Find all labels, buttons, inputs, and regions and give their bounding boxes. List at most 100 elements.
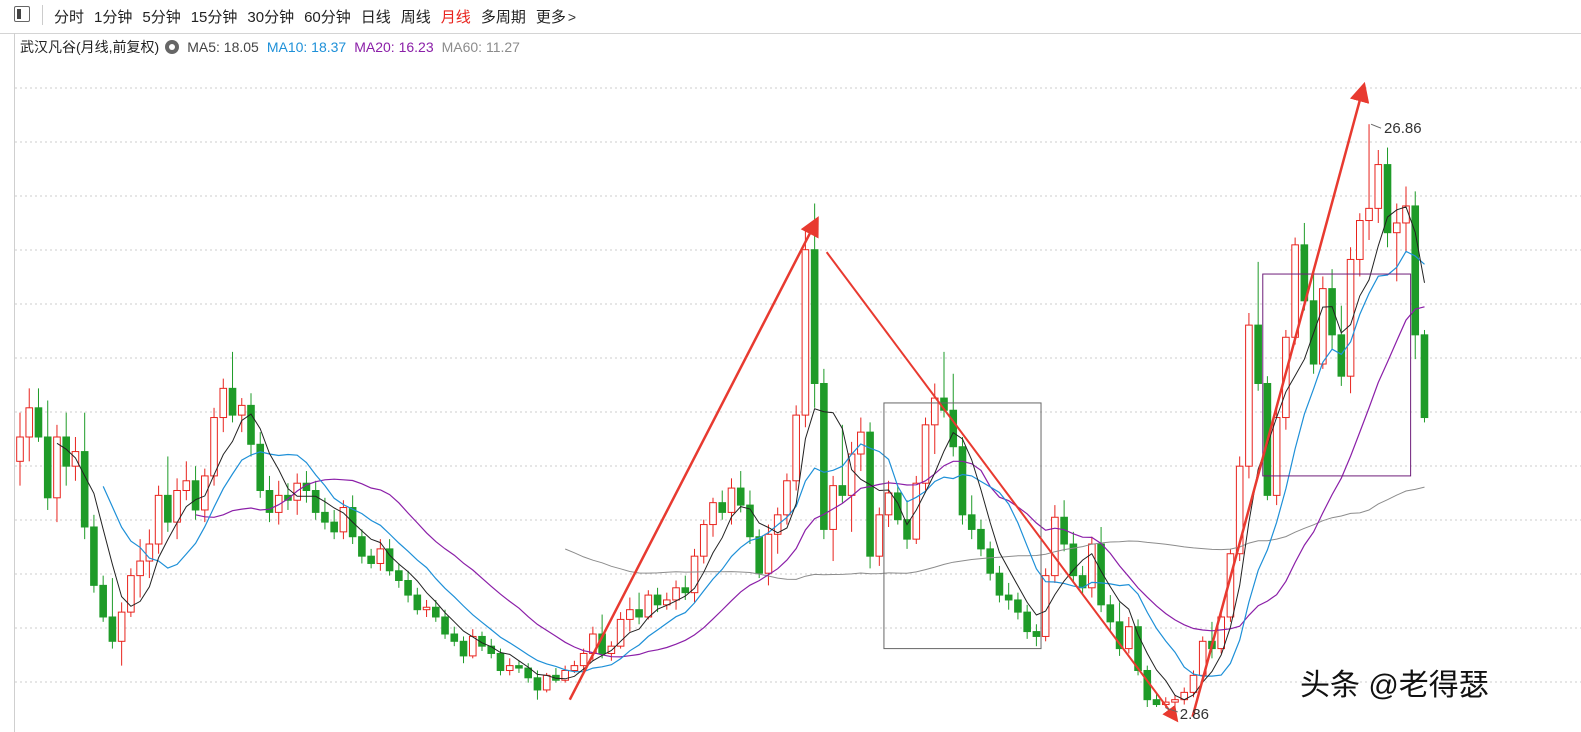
candle-body	[672, 587, 680, 601]
candle-body	[1420, 334, 1429, 419]
candle-body	[792, 414, 800, 482]
candle-body	[570, 665, 579, 671]
candle-body	[1023, 611, 1031, 633]
candle-body	[709, 502, 717, 526]
candle-body	[653, 594, 662, 606]
candle-body	[330, 521, 338, 533]
watermark: 头条 @老得瑟	[1300, 669, 1489, 702]
candle-body	[376, 548, 385, 564]
candle-body	[496, 652, 505, 671]
candle-body	[903, 519, 911, 540]
candle-body	[136, 560, 144, 577]
candle-body	[413, 594, 422, 611]
candle-body	[1383, 164, 1392, 234]
candle-body	[958, 446, 967, 516]
candle-body	[644, 594, 653, 618]
candle-body	[884, 492, 893, 516]
low-pointer	[1165, 707, 1178, 713]
candle-body	[690, 555, 699, 594]
candle-body	[173, 490, 181, 523]
candle-body	[626, 609, 634, 620]
candle-body	[450, 633, 459, 642]
candle-body	[801, 249, 810, 416]
candle-body	[459, 640, 468, 657]
candle-body	[1245, 324, 1253, 467]
candle-body	[1356, 220, 1364, 260]
candle-body	[505, 665, 514, 671]
candle-body	[210, 417, 218, 477]
candle-body	[967, 514, 976, 530]
candle-body	[1171, 699, 1179, 703]
candle-body	[533, 677, 542, 691]
candle-body	[986, 548, 995, 574]
candle-body	[921, 424, 930, 484]
candle-body	[783, 480, 791, 516]
candle-body	[727, 487, 736, 513]
candle-body	[607, 645, 616, 654]
candle-body	[1032, 631, 1041, 637]
candle-body	[108, 616, 117, 642]
candle-body	[1152, 699, 1161, 706]
candle-body	[1392, 222, 1401, 234]
high-label: 26.86	[1384, 120, 1422, 137]
candle-body	[468, 635, 477, 657]
candle-body	[311, 490, 320, 513]
candle-body	[34, 407, 43, 438]
candle-body	[1088, 543, 1096, 589]
candle-body	[228, 387, 237, 416]
candle-body	[995, 572, 1004, 596]
candle-body	[422, 606, 431, 611]
candle-body	[718, 502, 727, 513]
candle-body	[820, 382, 828, 530]
candle-body	[857, 431, 865, 455]
candle-body	[875, 514, 884, 557]
candle-body	[25, 407, 34, 438]
candle-body	[838, 485, 847, 496]
candle-body	[894, 492, 902, 521]
candle-body	[1004, 594, 1013, 601]
candle-body	[1319, 288, 1327, 365]
candle-body	[99, 584, 107, 618]
candle-body	[515, 665, 523, 669]
candle-body	[736, 487, 745, 506]
candle-body	[90, 526, 98, 586]
candle-body	[395, 570, 403, 581]
candle-body	[154, 494, 163, 545]
candle-body	[1272, 417, 1281, 496]
candle-body	[43, 436, 52, 499]
candle-body	[681, 587, 690, 594]
candlestick-chart: 26.86 2.86	[15, 81, 1581, 723]
candle-body	[182, 480, 191, 492]
high-pointer	[1370, 123, 1382, 129]
trend-arrow-up-2	[1191, 81, 1370, 718]
candle-body	[367, 555, 375, 564]
candle-body	[164, 494, 172, 523]
candle-body	[699, 524, 708, 557]
candle-body	[321, 511, 329, 523]
candle-body	[755, 536, 764, 574]
ma10-line	[102, 250, 1425, 677]
candle-body	[117, 611, 126, 642]
candle-body	[1365, 207, 1373, 222]
candle-body	[1125, 626, 1133, 650]
candle-body	[1189, 674, 1198, 693]
candle-body	[810, 249, 819, 384]
candle-body	[404, 579, 412, 596]
candle-body	[1106, 604, 1115, 623]
candle-body	[912, 482, 921, 540]
candle-body	[764, 533, 773, 574]
low-label: 2.86	[1180, 706, 1209, 723]
candle-body	[16, 436, 24, 462]
candle-body	[542, 674, 551, 691]
candle-body	[579, 652, 588, 667]
candle-body	[1337, 334, 1346, 377]
candle-body	[358, 536, 366, 557]
candle-body	[201, 475, 209, 511]
candle-body	[432, 606, 440, 618]
candle-body	[441, 616, 449, 635]
candle-body	[80, 451, 89, 528]
candle-body	[237, 404, 246, 416]
candle-body	[977, 528, 985, 550]
candle-body	[1291, 244, 1299, 338]
candle-body	[219, 387, 228, 419]
